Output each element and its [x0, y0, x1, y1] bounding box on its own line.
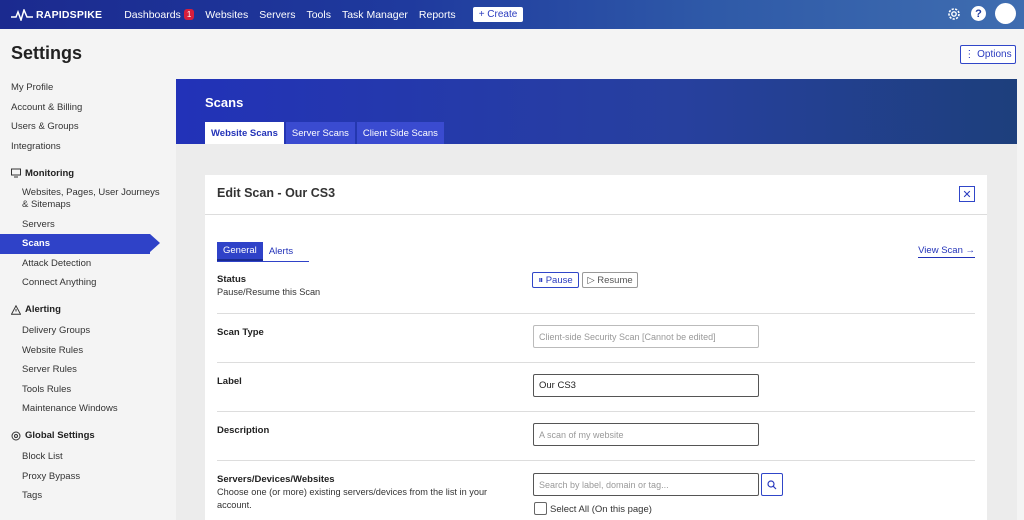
top-navigation-bar: RAPIDSPIKE Dashboards 1 Websites Servers…: [0, 0, 1024, 29]
sidebar-item-scans[interactable]: Scans: [0, 233, 160, 254]
scan-type-field: Client-side Security Scan [Cannot be edi…: [533, 325, 759, 348]
notification-badge: 1: [183, 9, 195, 20]
avatar[interactable]: [995, 3, 1016, 24]
page-title: Settings: [11, 43, 83, 63]
create-button[interactable]: + Create: [472, 7, 524, 22]
search-icon: [767, 479, 777, 489]
description-input[interactable]: A scan of my website: [533, 423, 759, 446]
resume-button[interactable]: ▷ Resume: [582, 272, 638, 288]
subtab-underline: [217, 261, 309, 262]
nav-reports[interactable]: Reports: [419, 9, 456, 21]
sidebar-item-tools-rules[interactable]: Tools Rules: [0, 380, 160, 400]
options-button[interactable]: ⋮ Options: [960, 45, 1016, 64]
edit-scan-card: Edit Scan - Our CS3 ✕ General Alerts Vie…: [205, 175, 987, 520]
close-icon[interactable]: ✕: [959, 186, 975, 202]
sidebar-section-alerting: Alerting: [0, 299, 160, 321]
sidebar-item-account-billing[interactable]: Account & Billing: [0, 98, 160, 118]
main-nav: Dashboards 1 Websites Servers Tools Task…: [124, 7, 524, 22]
select-all-checkbox[interactable]: [534, 502, 547, 515]
settings-circle-icon: [11, 431, 21, 441]
sidebar-item-maintenance-windows[interactable]: Maintenance Windows: [0, 399, 160, 419]
brand-logo[interactable]: RAPIDSPIKE: [11, 8, 103, 21]
servers-sublabel: Choose one (or more) existing servers/de…: [217, 487, 488, 510]
nav-tools[interactable]: Tools: [306, 9, 331, 21]
status-sublabel: Pause/Resume this Scan: [217, 287, 321, 297]
scan-type-row: Scan Type Client-side Security Scan [Can…: [217, 314, 975, 363]
sidebar-item-tags[interactable]: Tags: [0, 486, 160, 506]
sidebar-item-delivery-groups[interactable]: Delivery Groups: [0, 321, 160, 341]
select-all-label: Select All (On this page): [550, 504, 652, 515]
edit-subtabs: General Alerts: [217, 242, 299, 261]
monitor-icon: [11, 168, 21, 178]
card-title: Edit Scan - Our CS3: [217, 186, 336, 200]
nav-task-manager[interactable]: Task Manager: [342, 9, 408, 21]
tab-alerts[interactable]: Alerts: [263, 243, 299, 260]
sidebar-section-label: Alerting: [25, 304, 61, 316]
sidebar-section-global-settings: Global Settings: [0, 425, 160, 447]
pause-button[interactable]: ⏸ Pause: [532, 272, 579, 288]
brand-name: RAPIDSPIKE: [36, 8, 103, 21]
label-row: Label Our CS3: [217, 363, 975, 412]
label-input[interactable]: Our CS3: [533, 374, 759, 397]
servers-label: Servers/Devices/Websites: [217, 474, 335, 485]
status-row: Status Pause/Resume this Scan ⏸ Pause ▷ …: [217, 270, 975, 314]
sidebar-item-websites-pages[interactable]: Websites, Pages, User Journeys & Sitemap…: [0, 184, 160, 214]
nav-websites[interactable]: Websites: [205, 9, 248, 21]
sidebar-item-my-profile[interactable]: My Profile: [0, 78, 160, 98]
sidebar-item-proxy-bypass[interactable]: Proxy Bypass: [0, 466, 160, 486]
settings-sidebar: My Profile Account & Billing Users & Gro…: [0, 78, 160, 506]
scan-tabs: Website Scans Server Scans Client Side S…: [205, 122, 446, 144]
description-row: Description A scan of my website: [217, 412, 975, 461]
nav-dashboards[interactable]: Dashboards 1: [124, 8, 195, 21]
scans-header: Scans Website Scans Server Scans Client …: [176, 79, 1017, 144]
status-label: Status: [217, 274, 247, 285]
sidebar-section-label: Global Settings: [25, 430, 95, 442]
sidebar-item-integrations[interactable]: Integrations: [0, 137, 160, 157]
tab-server-scans[interactable]: Server Scans: [285, 122, 355, 144]
sidebar-item-website-rules[interactable]: Website Rules: [0, 340, 160, 360]
description-label: Description: [217, 425, 270, 436]
gear-icon[interactable]: [946, 6, 962, 22]
search-button[interactable]: [761, 473, 783, 496]
sidebar-item-connect-anything[interactable]: Connect Anything: [0, 273, 160, 293]
tab-general[interactable]: General: [217, 242, 263, 261]
main-panel: Scans Website Scans Server Scans Client …: [176, 79, 1017, 520]
servers-row: Servers/Devices/Websites Choose one (or …: [217, 461, 975, 520]
view-scan-link[interactable]: View Scan →: [918, 245, 975, 258]
nav-servers[interactable]: Servers: [259, 9, 295, 21]
tab-website-scans[interactable]: Website Scans: [205, 122, 284, 144]
sidebar-section-monitoring: Monitoring: [0, 162, 160, 184]
sidebar-item-block-list[interactable]: Block List: [0, 447, 160, 467]
servers-search-input[interactable]: Search by label, domain or tag...: [533, 473, 759, 496]
top-right-actions: ?: [946, 3, 1016, 24]
sidebar-item-attack-detection[interactable]: Attack Detection: [0, 254, 160, 274]
warning-icon: [11, 304, 21, 315]
tab-client-side-scans[interactable]: Client Side Scans: [356, 122, 444, 144]
pulse-logo-icon: [11, 8, 33, 21]
sidebar-item-users-groups[interactable]: Users & Groups: [0, 117, 160, 137]
sidebar-item-servers[interactable]: Servers: [0, 214, 160, 234]
section-title: Scans: [205, 95, 244, 110]
divider: [205, 214, 987, 215]
sidebar-section-label: Monitoring: [25, 167, 75, 179]
help-icon[interactable]: ?: [971, 6, 986, 21]
sidebar-item-server-rules[interactable]: Server Rules: [0, 360, 160, 380]
scan-type-label: Scan Type: [217, 327, 264, 338]
label-field-label: Label: [217, 376, 242, 387]
nav-dashboards-label: Dashboards: [124, 8, 181, 21]
